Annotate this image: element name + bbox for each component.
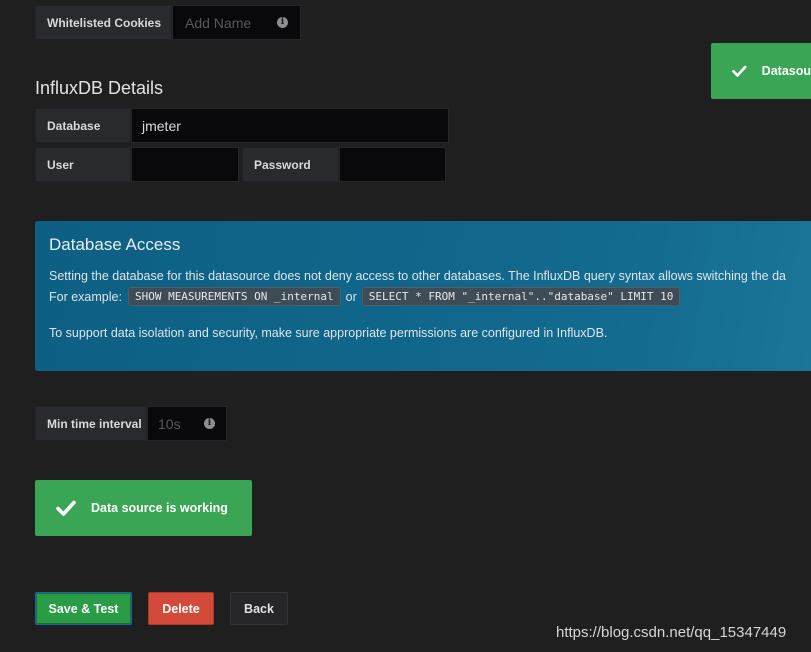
info-icon[interactable]: i [204, 418, 215, 429]
user-input[interactable] [131, 147, 239, 182]
success-toast: Datasou [711, 43, 811, 99]
whitelisted-cookies-label: Whitelisted Cookies [35, 5, 172, 40]
database-access-title: Database Access [49, 235, 181, 254]
min-time-interval-input[interactable]: 10s i [147, 406, 227, 441]
database-access-example: For example: SHOW MEASUREMENTS ON _inter… [49, 287, 681, 306]
whitelisted-cookies-placeholder: Add Name [185, 14, 252, 31]
back-button[interactable]: Back [230, 592, 288, 625]
database-access-alert: Database Access Setting the database for… [35, 221, 811, 371]
whitelisted-cookies-label-text: Whitelisted Cookies [47, 15, 162, 30]
database-access-security-text: To support data isolation and security, … [49, 326, 608, 340]
min-time-interval-placeholder: 10s [158, 415, 181, 432]
database-value: jmeter [142, 117, 181, 134]
password-label: Password [242, 147, 339, 182]
whitelisted-cookies-input[interactable]: Add Name i [172, 5, 301, 40]
info-icon[interactable]: i [277, 17, 288, 28]
data-source-working-text: Data source is working [91, 501, 228, 515]
code-show-measurements: SHOW MEASUREMENTS ON _internal [127, 287, 341, 306]
database-label-text: Database [47, 118, 101, 133]
password-label-text: Password [254, 157, 311, 172]
toast-text: Datasou [761, 64, 811, 78]
user-label-text: User [47, 157, 74, 172]
user-label: User [35, 147, 131, 182]
database-input[interactable]: jmeter [131, 108, 449, 143]
database-access-text: Setting the database for this datasource… [49, 269, 787, 283]
password-input[interactable] [339, 147, 446, 182]
delete-button[interactable]: Delete [148, 592, 214, 625]
min-time-interval-label-text: Min time interval [47, 416, 142, 431]
min-time-interval-label: Min time interval [35, 406, 147, 441]
checkmark-icon [56, 500, 76, 516]
or-text: or [345, 289, 357, 304]
example-prefix: For example: [49, 289, 122, 304]
save-test-button[interactable]: Save & Test [35, 592, 132, 625]
checkmark-icon [732, 65, 747, 77]
influxdb-details-title: InfluxDB Details [35, 78, 164, 98]
database-label: Database [35, 108, 131, 143]
watermark-url: https://blog.csdn.net/qq_15347449 [556, 624, 787, 641]
data-source-working-alert: Data source is working [35, 480, 252, 536]
code-select-from: SELECT * FROM "_internal".."database" LI… [361, 287, 681, 306]
